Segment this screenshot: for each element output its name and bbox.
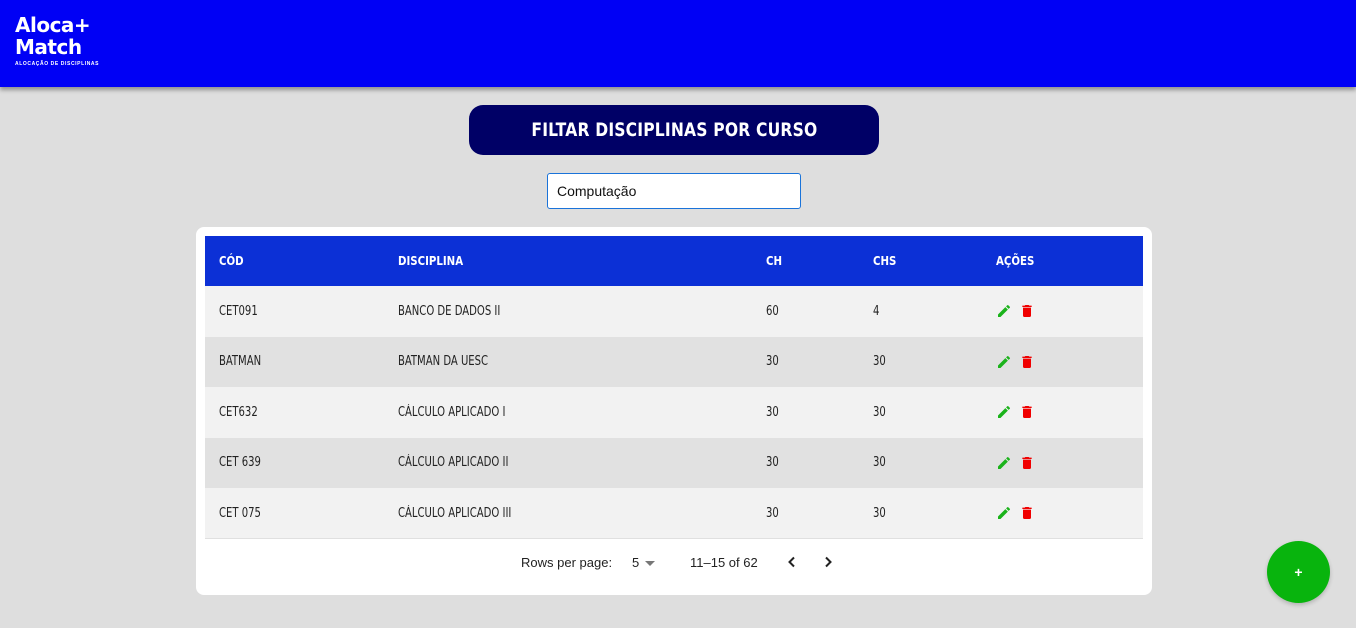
header-ch-label: CH bbox=[766, 254, 783, 268]
trash-icon[interactable] bbox=[1019, 303, 1035, 319]
add-discipline-button[interactable]: + bbox=[1267, 541, 1330, 603]
filter-title-banner: FILTAR DISCIPLINAS POR CURSO bbox=[469, 105, 879, 155]
cell-cod: CET091 bbox=[219, 303, 258, 319]
cell-chs: 30 bbox=[873, 354, 886, 370]
cell-disciplina: BANCO DE DADOS II bbox=[398, 303, 501, 319]
cell-disciplina: CÁLCULO APLICADO III bbox=[398, 505, 512, 521]
cell-chs: 30 bbox=[873, 505, 886, 521]
cell-disciplina: CÁLCULO APLICADO II bbox=[398, 455, 509, 471]
pencil-icon[interactable] bbox=[996, 505, 1012, 521]
row-actions bbox=[996, 387, 1035, 438]
table-row: CET632 CÁLCULO APLICADO I 30 30 bbox=[205, 387, 1143, 438]
trash-icon[interactable] bbox=[1019, 404, 1035, 420]
trash-icon[interactable] bbox=[1019, 455, 1035, 471]
header-cod[interactable]: CÓD bbox=[219, 236, 248, 286]
cell-chs: 30 bbox=[873, 455, 886, 471]
pagination-range: 11–15 of 62 bbox=[690, 555, 758, 570]
trash-icon[interactable] bbox=[1019, 505, 1035, 521]
chevron-right-icon bbox=[825, 556, 832, 568]
next-page-button[interactable] bbox=[818, 552, 838, 572]
header-acoes-label: AÇÕES bbox=[996, 254, 1035, 268]
header-chs[interactable]: CHS bbox=[873, 236, 901, 286]
header-acoes: AÇÕES bbox=[996, 236, 1041, 286]
table-row: CET 639 CÁLCULO APLICADO II 30 30 bbox=[205, 437, 1143, 489]
header-chs-label: CHS bbox=[873, 254, 897, 268]
cell-cod: BATMAN bbox=[219, 354, 262, 370]
cell-disciplina: BATMAN DA UESC bbox=[398, 354, 489, 370]
cell-ch: 30 bbox=[766, 354, 779, 370]
cell-cod: CET 075 bbox=[219, 505, 261, 521]
pencil-icon[interactable] bbox=[996, 354, 1012, 370]
trash-icon[interactable] bbox=[1019, 354, 1035, 370]
table-row: CET091 BANCO DE DADOS II 60 4 bbox=[205, 286, 1143, 337]
pencil-icon[interactable] bbox=[996, 404, 1012, 420]
cell-ch: 30 bbox=[766, 404, 779, 420]
rows-per-page-value: 5 bbox=[632, 555, 640, 570]
header-disciplina-label: DISCIPLINA bbox=[398, 254, 464, 268]
header-cod-label: CÓD bbox=[219, 254, 244, 268]
previous-page-button[interactable] bbox=[782, 552, 802, 572]
disciplines-table: CÓD DISCIPLINA CH CHS AÇÕES CET091 BANCO… bbox=[205, 236, 1143, 539]
top-app-bar: Aloca+ Match ALOCAÇÃO DE DISCIPLINAS bbox=[0, 0, 1356, 87]
cell-cod: CET632 bbox=[219, 404, 258, 420]
rows-per-page-label: Rows per page: bbox=[521, 555, 613, 570]
add-button-label: + bbox=[1294, 564, 1303, 580]
logo-line-2: Match bbox=[15, 35, 82, 59]
table-row: CET 075 CÁLCULO APLICADO III 30 30 bbox=[205, 488, 1143, 539]
row-actions bbox=[996, 286, 1035, 337]
header-ch[interactable]: CH bbox=[766, 236, 785, 286]
disciplines-table-card: CÓD DISCIPLINA CH CHS AÇÕES CET091 BANCO… bbox=[196, 227, 1152, 595]
cell-chs: 30 bbox=[873, 404, 886, 420]
cell-ch: 30 bbox=[766, 455, 779, 471]
cell-cod: CET 639 bbox=[219, 455, 261, 471]
course-filter-input[interactable] bbox=[547, 173, 801, 209]
cell-ch: 30 bbox=[766, 505, 779, 521]
pencil-icon[interactable] bbox=[996, 303, 1012, 319]
chevron-left-icon bbox=[788, 556, 795, 568]
table-header: CÓD DISCIPLINA CH CHS AÇÕES bbox=[205, 236, 1143, 286]
table-row: BATMAN BATMAN DA UESC 30 30 bbox=[205, 336, 1143, 388]
app-logo[interactable]: Aloca+ Match ALOCAÇÃO DE DISCIPLINAS bbox=[15, 14, 99, 67]
table-pagination: Rows per page: 5 11–15 of 62 bbox=[205, 538, 1143, 584]
pencil-icon[interactable] bbox=[996, 455, 1012, 471]
row-actions bbox=[996, 438, 1035, 489]
cell-chs: 4 bbox=[873, 303, 880, 319]
header-disciplina[interactable]: DISCIPLINA bbox=[398, 236, 475, 286]
logo-line-1: Aloca+ bbox=[15, 13, 91, 37]
caret-down-icon bbox=[645, 560, 656, 566]
cell-disciplina: CÁLCULO APLICADO I bbox=[398, 404, 506, 420]
row-actions bbox=[996, 488, 1035, 539]
logo-tagline: ALOCAÇÃO DE DISCIPLINAS bbox=[15, 61, 100, 67]
rows-per-page-select[interactable]: 5 bbox=[632, 555, 656, 570]
filter-title-text: FILTAR DISCIPLINAS POR CURSO bbox=[530, 119, 817, 141]
row-actions bbox=[996, 337, 1035, 388]
cell-ch: 60 bbox=[766, 303, 779, 319]
